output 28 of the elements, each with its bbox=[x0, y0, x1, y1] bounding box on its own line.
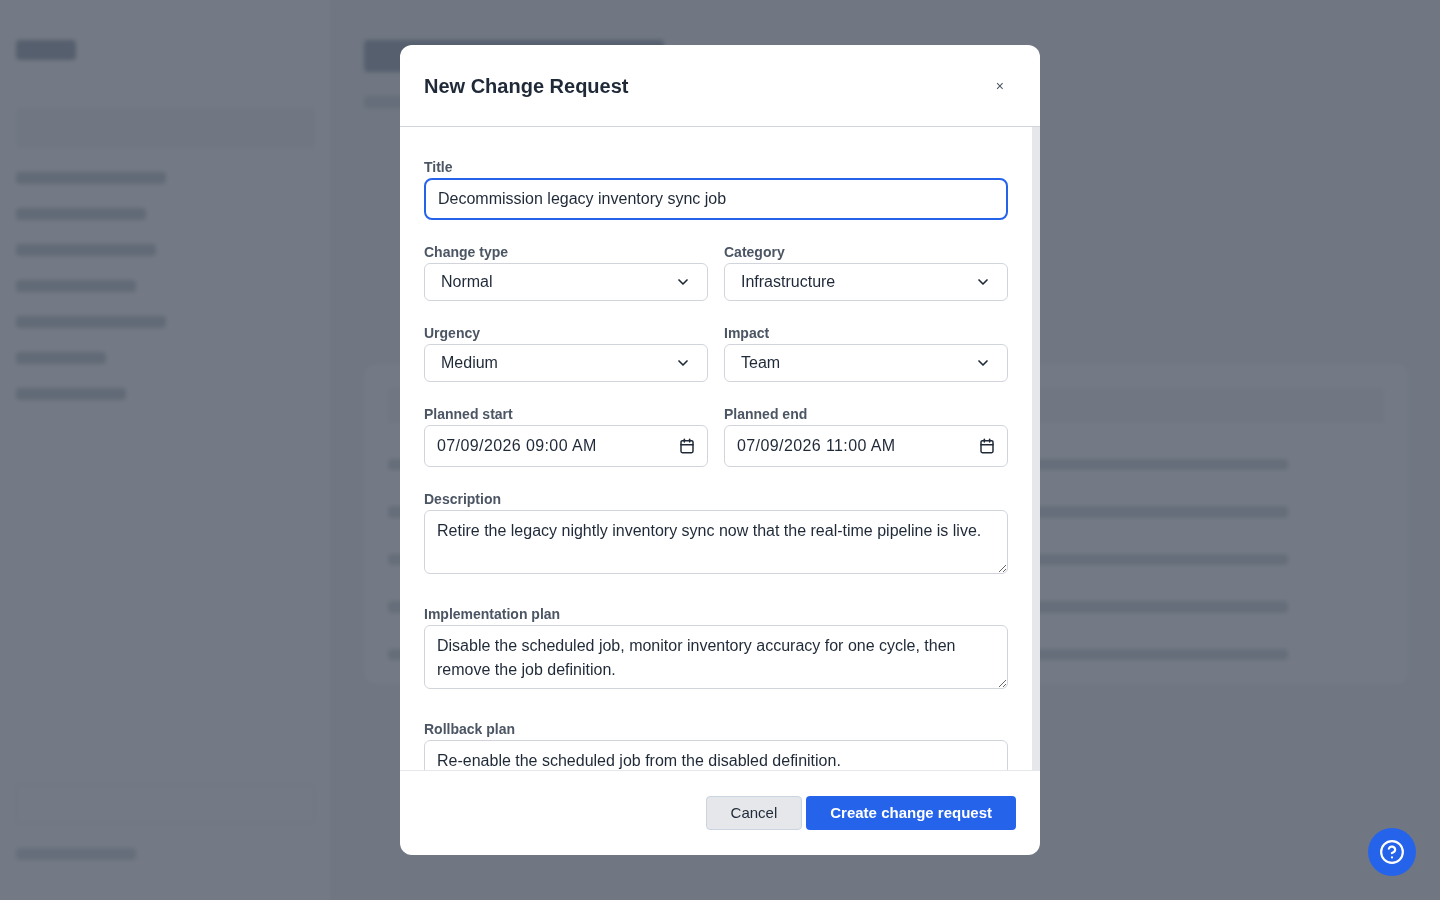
field-label: Impact bbox=[724, 325, 771, 341]
field-label: Category bbox=[724, 244, 786, 260]
calendar-icon bbox=[979, 438, 995, 454]
field-label: Planned end bbox=[724, 406, 809, 422]
text-area[interactable]: Retire the legacy nightly inventory sync now that the real-time pipeline is live. bbox=[424, 510, 1008, 574]
cancel-button[interactable]: Cancel bbox=[705, 796, 803, 830]
create-button[interactable]: Create change request bbox=[806, 796, 1016, 830]
field-label: Planned start bbox=[424, 406, 514, 422]
scrollbar[interactable] bbox=[1032, 127, 1040, 770]
help-icon bbox=[1379, 839, 1405, 865]
dialog-title: New Change Request bbox=[424, 73, 629, 99]
field-label: Rollback plan bbox=[424, 721, 517, 737]
field-label: Description bbox=[424, 491, 502, 507]
text-area[interactable]: Re-enable the scheduled job from the disabled definition. bbox=[424, 740, 1008, 770]
select-field[interactable]: Infrastructure bbox=[724, 263, 1008, 301]
date-time-field[interactable]: 07/09/2026 11:00 AM bbox=[724, 425, 1008, 467]
title-field[interactable]: Decommission legacy inventory sync job bbox=[424, 178, 1008, 220]
field-label: Change type bbox=[424, 244, 509, 260]
select-field[interactable]: Team bbox=[724, 344, 1008, 382]
text-area[interactable]: Disable the scheduled job, monitor inventory accuracy for one cycle, then remove the job definition. bbox=[424, 625, 1008, 689]
close-button[interactable]: × bbox=[983, 75, 1016, 96]
field-label: Urgency bbox=[424, 325, 482, 341]
date-time-field[interactable]: 07/09/2026 09:00 AM bbox=[424, 425, 708, 467]
calendar-icon bbox=[679, 438, 695, 454]
select-field[interactable]: Medium bbox=[424, 344, 708, 382]
select-field[interactable]: Normal bbox=[424, 263, 708, 301]
field-label: Title bbox=[424, 159, 454, 175]
field-label: Implementation plan bbox=[424, 606, 562, 622]
